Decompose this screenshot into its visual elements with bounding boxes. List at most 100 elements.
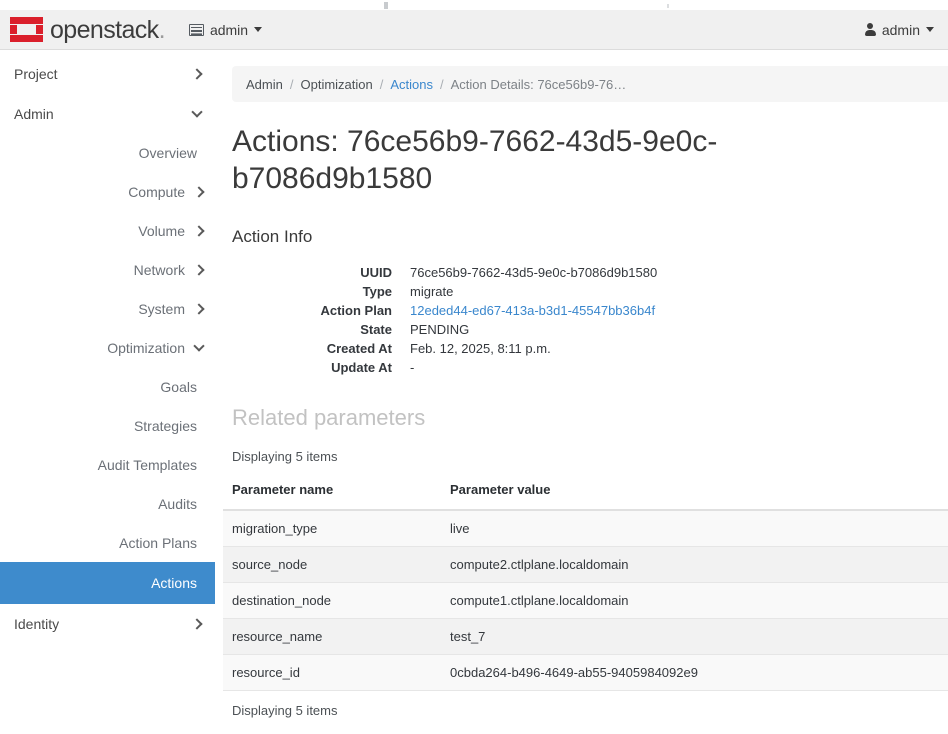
clipped-artifact — [667, 4, 669, 8]
breadcrumb-item-actions[interactable]: Actions — [390, 77, 433, 92]
sidebar-item-actions[interactable]: Actions — [0, 562, 215, 604]
sidebar-item-label: Overview — [138, 144, 197, 161]
chevron-right-icon — [191, 67, 203, 80]
cell-parameter-value: compute1.ctlplane.localdomain — [441, 582, 948, 620]
detail-label-action-plan: Action Plan — [320, 303, 392, 319]
chevron-down-icon — [254, 27, 263, 32]
top-navbar: openstack. admin admin — [0, 10, 948, 50]
sidebar-item-label: Strategies — [133, 417, 197, 434]
sidebar-item-label: Volume — [138, 222, 185, 239]
cell-parameter-name: resource_name — [223, 618, 441, 656]
sidebar-item-label: Identity — [14, 615, 60, 632]
chevron-right-icon — [193, 263, 205, 276]
detail-value-state: PENDING — [410, 322, 470, 338]
sidebar-item-label: Project — [14, 65, 58, 82]
column-header-parameter-value: Parameter value — [441, 476, 948, 512]
sidebar-item-admin[interactable]: Admin — [0, 94, 215, 133]
detail-label-created-at: Created At — [326, 341, 392, 357]
breadcrumb-item-optimization[interactable]: Optimization — [300, 77, 372, 92]
detail-value-created-at: Feb. 12, 2025, 8:11 p.m. — [410, 341, 551, 357]
cell-parameter-name: migration_type — [223, 510, 441, 548]
column-header-parameter-name: Parameter name — [223, 476, 441, 512]
clipped-artifact — [384, 2, 388, 9]
cell-parameter-name: resource_id — [223, 654, 441, 692]
sidebar-item-label: System — [138, 300, 185, 317]
breadcrumb-item-admin[interactable]: Admin — [246, 77, 283, 92]
table-row: resource_id 0cbda264-b496-4649-ab55-9405… — [223, 654, 948, 692]
detail-value-update-at: - — [410, 360, 415, 376]
sidebar-item-label: Goals — [160, 378, 197, 395]
cell-parameter-name: source_node — [223, 546, 441, 584]
chevron-right-icon — [191, 617, 203, 630]
sidebar-item-project[interactable]: Project — [0, 54, 215, 93]
sidebar-item-overview[interactable]: Overview — [0, 133, 215, 172]
table-row: resource_name test_7 — [223, 618, 948, 656]
sidebar-item-volume[interactable]: Volume — [0, 211, 215, 250]
detail-value-type: migrate — [410, 284, 454, 300]
sidebar-item-strategies[interactable]: Strategies — [0, 406, 215, 445]
detail-label-state: State — [360, 322, 392, 338]
sidebar-item-optimization[interactable]: Optimization — [0, 328, 215, 367]
cell-parameter-value: test_7 — [441, 618, 948, 656]
user-menu[interactable]: admin — [864, 21, 934, 38]
related-parameters-table: Parameter name Parameter value migration… — [223, 476, 948, 692]
table-row: source_node compute2.ctlplane.localdomai… — [223, 546, 948, 584]
breadcrumb-separator: / — [289, 76, 294, 92]
item-count-top: Displaying 5 items — [232, 449, 338, 465]
user-icon — [864, 23, 876, 36]
chevron-right-icon — [193, 302, 205, 315]
chevron-down-icon — [193, 339, 205, 352]
sidebar-item-label: Admin — [14, 105, 54, 122]
detail-label-update-at: Update At — [331, 360, 392, 376]
cell-parameter-name: destination_node — [223, 582, 441, 620]
chevron-right-icon — [193, 224, 205, 237]
sidebar-item-label: Action Plans — [119, 534, 197, 551]
chevron-down-icon — [926, 27, 934, 32]
openstack-logo-text: openstack. — [50, 16, 166, 44]
grid-icon — [188, 23, 204, 36]
sidebar-item-audit-templates[interactable]: Audit Templates — [0, 445, 215, 484]
breadcrumb-separator: / — [440, 76, 444, 92]
sidebar-item-network[interactable]: Network — [0, 250, 215, 289]
action-info-list: UUID 76ce56b9-7662-43d5-9e0c-b7086d9b158… — [232, 263, 948, 377]
table-row: destination_node compute1.ctlplane.local… — [223, 582, 948, 620]
project-selector[interactable]: admin — [188, 21, 263, 38]
related-parameters-heading: Related parameters — [232, 405, 426, 431]
table-header-row: Parameter name Parameter value — [223, 476, 948, 512]
action-info-heading: Action Info — [232, 227, 313, 247]
user-menu-label: admin — [881, 21, 920, 38]
table-row: migration_type live — [223, 510, 948, 548]
detail-label-type: Type — [362, 284, 392, 300]
cell-parameter-value: live — [441, 510, 948, 548]
sidebar-item-action-plans[interactable]: Action Plans — [0, 523, 215, 562]
sidebar-item-label: Audit Templates — [97, 456, 197, 473]
sidebar-item-label: Actions — [151, 575, 197, 591]
cell-parameter-value: 0cbda264-b496-4649-ab55-9405984092e9 — [441, 654, 948, 692]
item-count-bottom: Displaying 5 items — [232, 703, 338, 719]
chevron-down-icon — [191, 105, 203, 118]
project-selector-label: admin — [209, 21, 249, 38]
sidebar-item-label: Network — [133, 261, 185, 278]
logo-dot: . — [158, 16, 166, 44]
breadcrumb-item-current: Action Details: 76ce56b9-76… — [450, 76, 627, 92]
chevron-right-icon — [193, 185, 205, 198]
openstack-logo[interactable]: openstack. — [10, 16, 166, 44]
breadcrumb: Admin / Optimization / Actions / Action … — [232, 66, 948, 102]
detail-value-action-plan-link[interactable]: 12eded44-ed67-413a-b3d1-45547bb36b4f — [410, 301, 948, 320]
page-shell: Project Admin Overview Compute Volume Ne… — [0, 50, 948, 734]
breadcrumb-separator: / — [379, 76, 384, 92]
sidebar-item-system[interactable]: System — [0, 289, 215, 328]
sidebar-item-identity[interactable]: Identity — [0, 604, 215, 643]
browser-clip-strip — [0, 0, 948, 10]
page-title: Actions: 76ce56b9-7662-43d5-9e0c-b7086d9… — [232, 125, 718, 195]
detail-value-uuid: 76ce56b9-7662-43d5-9e0c-b7086d9b1580 — [410, 265, 658, 281]
sidebar-item-goals[interactable]: Goals — [0, 367, 215, 406]
cell-parameter-value: compute2.ctlplane.localdomain — [441, 546, 948, 584]
sidebar-item-label: Audits — [158, 495, 197, 512]
detail-label-uuid: UUID — [360, 265, 392, 281]
main-content: Admin / Optimization / Actions / Action … — [215, 50, 948, 734]
sidebar-item-compute[interactable]: Compute — [0, 172, 215, 211]
sidebar-item-label: Compute — [128, 183, 185, 200]
sidebar-item-audits[interactable]: Audits — [0, 484, 215, 523]
openstack-logo-icon — [10, 17, 43, 42]
